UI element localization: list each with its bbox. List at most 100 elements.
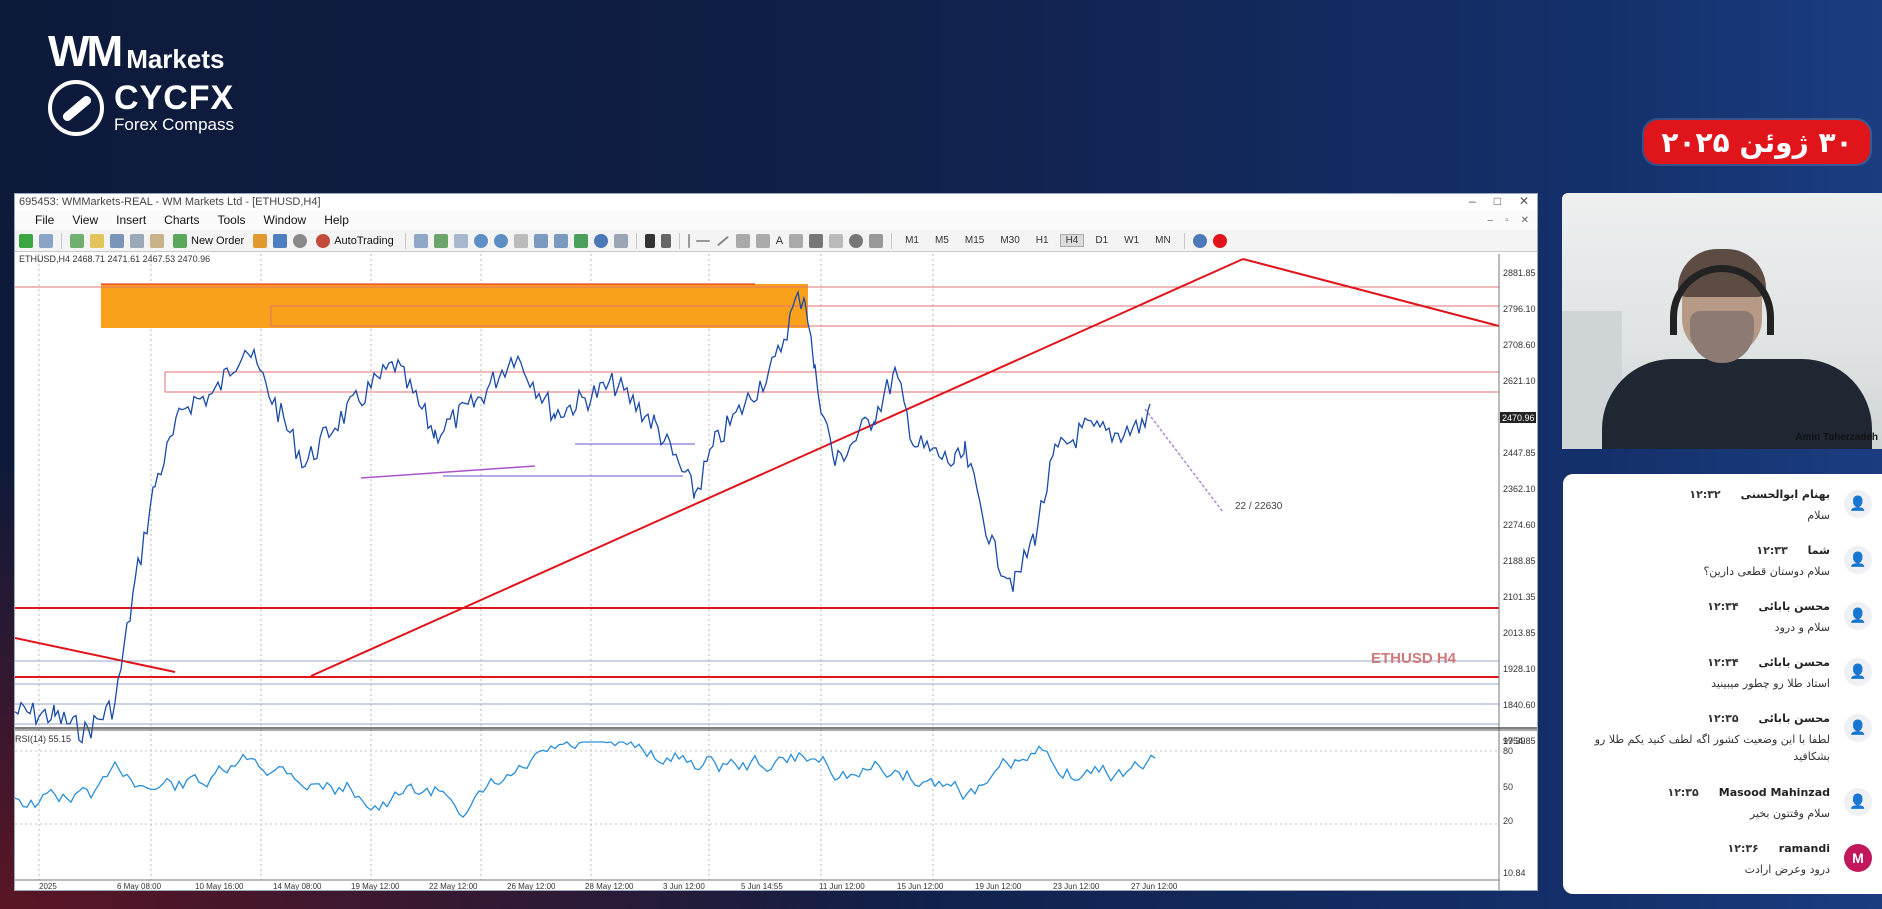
chat-message: 👤 بهنام ابوالحسنی ۱۲:۳۲ سلام (1563, 480, 1882, 536)
channels-icon[interactable] (735, 233, 750, 248)
menu-charts[interactable]: Charts (164, 213, 199, 227)
trendline-down[interactable] (1242, 258, 1500, 327)
price-tick-label: 2362.10 (1503, 484, 1536, 494)
measure-line[interactable] (1144, 408, 1224, 513)
chart-area[interactable]: ETHUSD,H4 2468.71 2471.61 2467.53 2470.9… (15, 254, 1537, 890)
user-icon: 👤 (1844, 658, 1872, 686)
window-titlebar: 695453: WMMarkets-REAL - WM Markets Ltd … (15, 194, 1537, 210)
chat-author: محسن بابائی (1758, 656, 1830, 669)
trendline-icon[interactable] (716, 235, 729, 246)
timeframe-mn[interactable]: MN (1150, 235, 1176, 246)
arrows-icon[interactable] (829, 233, 844, 248)
zoom-out-icon[interactable] (493, 233, 508, 248)
text-label-icon[interactable] (789, 233, 804, 248)
chart-restore-icon[interactable]: ▫ (1505, 215, 1509, 226)
chat-message: M ramandi ۱۲:۳۶ درود وعرض ارادت (1563, 834, 1882, 890)
date-tick-label: 10 May 16:00 (195, 882, 244, 890)
timeframe-h1[interactable]: H1 (1031, 235, 1054, 246)
chart-watermark: ETHUSD H4 (1371, 650, 1457, 667)
new-order-button[interactable]: New Order (170, 233, 247, 248)
chart-minimize-icon[interactable]: ‒ (1488, 215, 1494, 226)
new-order-label: New Order (191, 234, 245, 247)
timeframe-d1[interactable]: D1 (1090, 235, 1113, 246)
close-icon[interactable]: ✕ (1519, 194, 1529, 208)
chat-message: 👤 محسن بابائی ۱۲:۳۴ سلام و درود (1563, 592, 1882, 648)
rsi-label: RSI(14) 55.15 (15, 734, 71, 744)
range-rect[interactable] (164, 371, 1500, 393)
terminal-icon[interactable] (130, 233, 144, 248)
chat-time: ۱۲:۳۴ (1707, 656, 1739, 669)
rsi-tick-label: 50 (1503, 782, 1513, 792)
horizontal-line-icon[interactable] (695, 239, 710, 242)
auto-scroll-icon[interactable] (553, 233, 568, 248)
chat-time: ۱۲:۳۲ (1689, 488, 1721, 501)
timeframe-w1[interactable]: W1 (1119, 235, 1144, 246)
strategy-tester-icon[interactable] (150, 233, 164, 248)
market-icon[interactable] (293, 233, 308, 248)
menu-window[interactable]: Window (264, 213, 307, 227)
zoom-in-icon[interactable] (473, 233, 488, 248)
rectangle-icon[interactable] (809, 233, 824, 248)
maximize-icon[interactable]: □ (1494, 194, 1501, 208)
indicators-icon[interactable] (573, 233, 588, 248)
crosshair-icon[interactable] (660, 233, 671, 248)
chat-text: سلام (1807, 509, 1830, 522)
chat-time: ۱۲:۳۵ (1667, 786, 1699, 799)
chat-text: لطفا با این وضعیت کشور اگه لطف کنید یکم … (1594, 733, 1830, 763)
search-icon[interactable] (1192, 233, 1207, 248)
timeframe-m5[interactable]: M5 (930, 235, 954, 246)
timeframe-h4[interactable]: H4 (1059, 234, 1085, 247)
price-tick-label: 1840.60 (1503, 700, 1536, 710)
bar-chart-icon[interactable] (413, 233, 428, 248)
menu-bar: File View Insert Charts Tools Window Hel… (15, 210, 1537, 230)
timeframe-m1[interactable]: M1 (900, 235, 924, 246)
ellipse-icon[interactable] (849, 233, 864, 248)
chat-message: 👤 محسن بابائی ۱۲:۳۴ استاد طلا رو چطور میب… (1563, 648, 1882, 704)
chat-author: محسن بابائی (1758, 712, 1830, 725)
market-watch-icon[interactable] (70, 233, 84, 248)
menu-file[interactable]: File (35, 213, 54, 227)
autotrading-button[interactable]: AutoTrading (313, 233, 397, 248)
metaeditor-icon[interactable] (253, 233, 268, 248)
autotrading-label: AutoTrading (334, 234, 394, 247)
timeframe-m15[interactable]: M15 (960, 235, 989, 246)
chat-time: ۱۲:۳۴ (1707, 600, 1739, 613)
templates-icon[interactable] (613, 233, 628, 248)
chat-message: 👤 شما ۱۲:۳۳ سلام دوستان قطعی دارین؟ (1563, 536, 1882, 592)
price-chart[interactable]: ETHUSD,H4 2468.71 2471.61 2467.53 2470.9… (15, 254, 1537, 890)
current-price-label: 2470.96 (1502, 413, 1535, 423)
wm-logo: WM (48, 27, 123, 76)
line-chart-icon[interactable] (453, 233, 468, 248)
new-chart-icon[interactable] (19, 233, 33, 248)
chart-shift-icon[interactable] (533, 233, 548, 248)
user-icon: 👤 (1844, 714, 1872, 742)
rsi-tick-label: 10.84 (1503, 868, 1526, 878)
signals-icon[interactable] (273, 233, 288, 248)
vertical-line-icon[interactable] (687, 233, 690, 248)
menu-view[interactable]: View (72, 213, 98, 227)
cursor-icon[interactable] (644, 233, 655, 248)
rsi-tick-label: 99.39 (1503, 736, 1526, 746)
data-window-icon[interactable] (90, 233, 104, 248)
text-tool-icon[interactable]: A (776, 235, 783, 247)
timeframe-m30[interactable]: M30 (995, 235, 1024, 246)
profiles-icon[interactable] (39, 233, 53, 248)
menu-help[interactable]: Help (324, 213, 349, 227)
minimize-icon[interactable]: ‒ (1469, 194, 1476, 208)
cycfx-title: CYCFX (114, 79, 235, 117)
menu-tools[interactable]: Tools (218, 213, 246, 227)
price-tick-label: 2447.85 (1503, 448, 1536, 458)
presenter-name: Amin Taherzadeh (1795, 432, 1878, 443)
menu-insert[interactable]: Insert (116, 213, 146, 227)
periods-icon[interactable] (593, 233, 608, 248)
date-badge: ۳۰ ژوئن ۲۰۲۵ (1644, 120, 1870, 164)
price-series (15, 289, 1151, 744)
more-tools-icon[interactable] (869, 233, 884, 248)
navigator-icon[interactable] (110, 233, 124, 248)
notification-icon[interactable] (1212, 233, 1227, 248)
chat-text: استاد طلا رو چطور میبینید (1711, 677, 1830, 690)
candlestick-icon[interactable] (433, 233, 448, 248)
chart-close-icon[interactable]: ✕ (1521, 215, 1529, 226)
tile-windows-icon[interactable] (513, 233, 528, 248)
fibonacci-icon[interactable] (755, 233, 770, 248)
